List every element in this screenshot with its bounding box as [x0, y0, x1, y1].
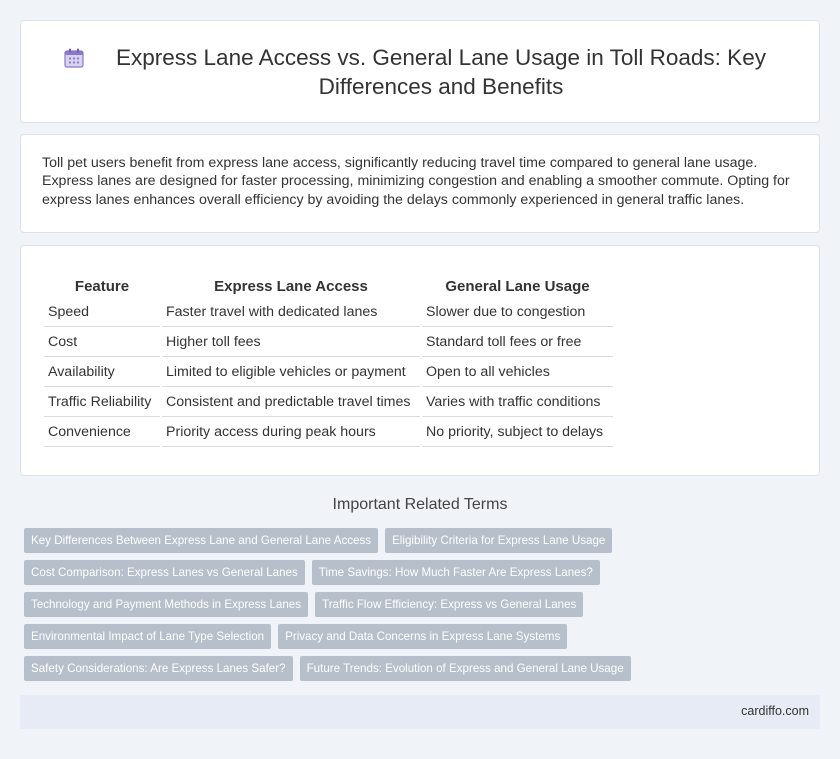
related-term-tag[interactable]: Future Trends: Evolution of Express and … [299, 656, 631, 681]
table-cell: No priority, subject to delays [422, 417, 613, 447]
intro-card: Toll pet users benefit from express lane… [20, 134, 820, 233]
table-cell: Convenience [44, 417, 160, 447]
related-terms-list: Key Differences Between Express Lane and… [24, 528, 824, 688]
related-term-tag[interactable]: Environmental Impact of Lane Type Select… [24, 624, 272, 649]
footer-site-link[interactable]: cardiffo.com [741, 704, 809, 718]
table-cell: Slower due to congestion [422, 297, 613, 327]
table-row: Traffic Reliability Consistent and predi… [44, 387, 613, 417]
table-row: Speed Faster travel with dedicated lanes… [44, 297, 613, 327]
table-cell: Standard toll fees or free [422, 327, 613, 357]
table-cell: Limited to eligible vehicles or payment [162, 357, 420, 387]
page-title: Express Lane Access vs. General Lane Usa… [116, 45, 766, 99]
table-row: Convenience Priority access during peak … [44, 417, 613, 447]
table-cell: Cost [44, 327, 160, 357]
table-cell: Higher toll fees [162, 327, 420, 357]
header-general-lane: General Lane Usage [445, 278, 590, 295]
related-term-tag[interactable]: Safety Considerations: Are Express Lanes… [24, 656, 293, 681]
table-cell: Priority access during peak hours [162, 417, 420, 447]
comparison-table-card: Feature Express Lane Access General Lane… [20, 245, 820, 476]
related-term-tag[interactable]: Cost Comparison: Express Lanes vs Genera… [24, 560, 305, 585]
intro-paragraph: Toll pet users benefit from express lane… [42, 155, 790, 208]
related-term-tag[interactable]: Eligibility Criteria for Express Lane Us… [385, 528, 613, 553]
table-cell: Traffic Reliability [44, 387, 160, 417]
table-header-row: Feature Express Lane Access General Lane… [44, 274, 613, 297]
header-express-lane: Express Lane Access [214, 278, 368, 295]
comparison-table: Feature Express Lane Access General Lane… [42, 274, 615, 447]
table-cell: Speed [44, 297, 160, 327]
table-cell: Faster travel with dedicated lanes [162, 297, 420, 327]
related-terms-heading: Important Related Terms [332, 496, 508, 513]
table-cell: Varies with traffic conditions [422, 387, 613, 417]
table-row: Cost Higher toll fees Standard toll fees… [44, 327, 613, 357]
related-term-tag[interactable]: Technology and Payment Methods in Expres… [24, 592, 309, 617]
table-cell: Consistent and predictable travel times [162, 387, 420, 417]
table-cell: Availability [44, 357, 160, 387]
related-term-tag[interactable]: Time Savings: How Much Faster Are Expres… [311, 560, 600, 585]
title-card: Express Lane Access vs. General Lane Usa… [20, 20, 820, 123]
related-term-tag[interactable]: Key Differences Between Express Lane and… [24, 528, 379, 553]
table-cell: Open to all vehicles [422, 357, 613, 387]
related-term-tag[interactable]: Privacy and Data Concerns in Express Lan… [278, 624, 568, 649]
table-row: Availability Limited to eligible vehicle… [44, 357, 613, 387]
header-feature: Feature [74, 278, 130, 295]
footer: cardiffo.com [20, 695, 820, 729]
related-term-tag[interactable]: Traffic Flow Efficiency: Express vs Gene… [315, 592, 584, 617]
